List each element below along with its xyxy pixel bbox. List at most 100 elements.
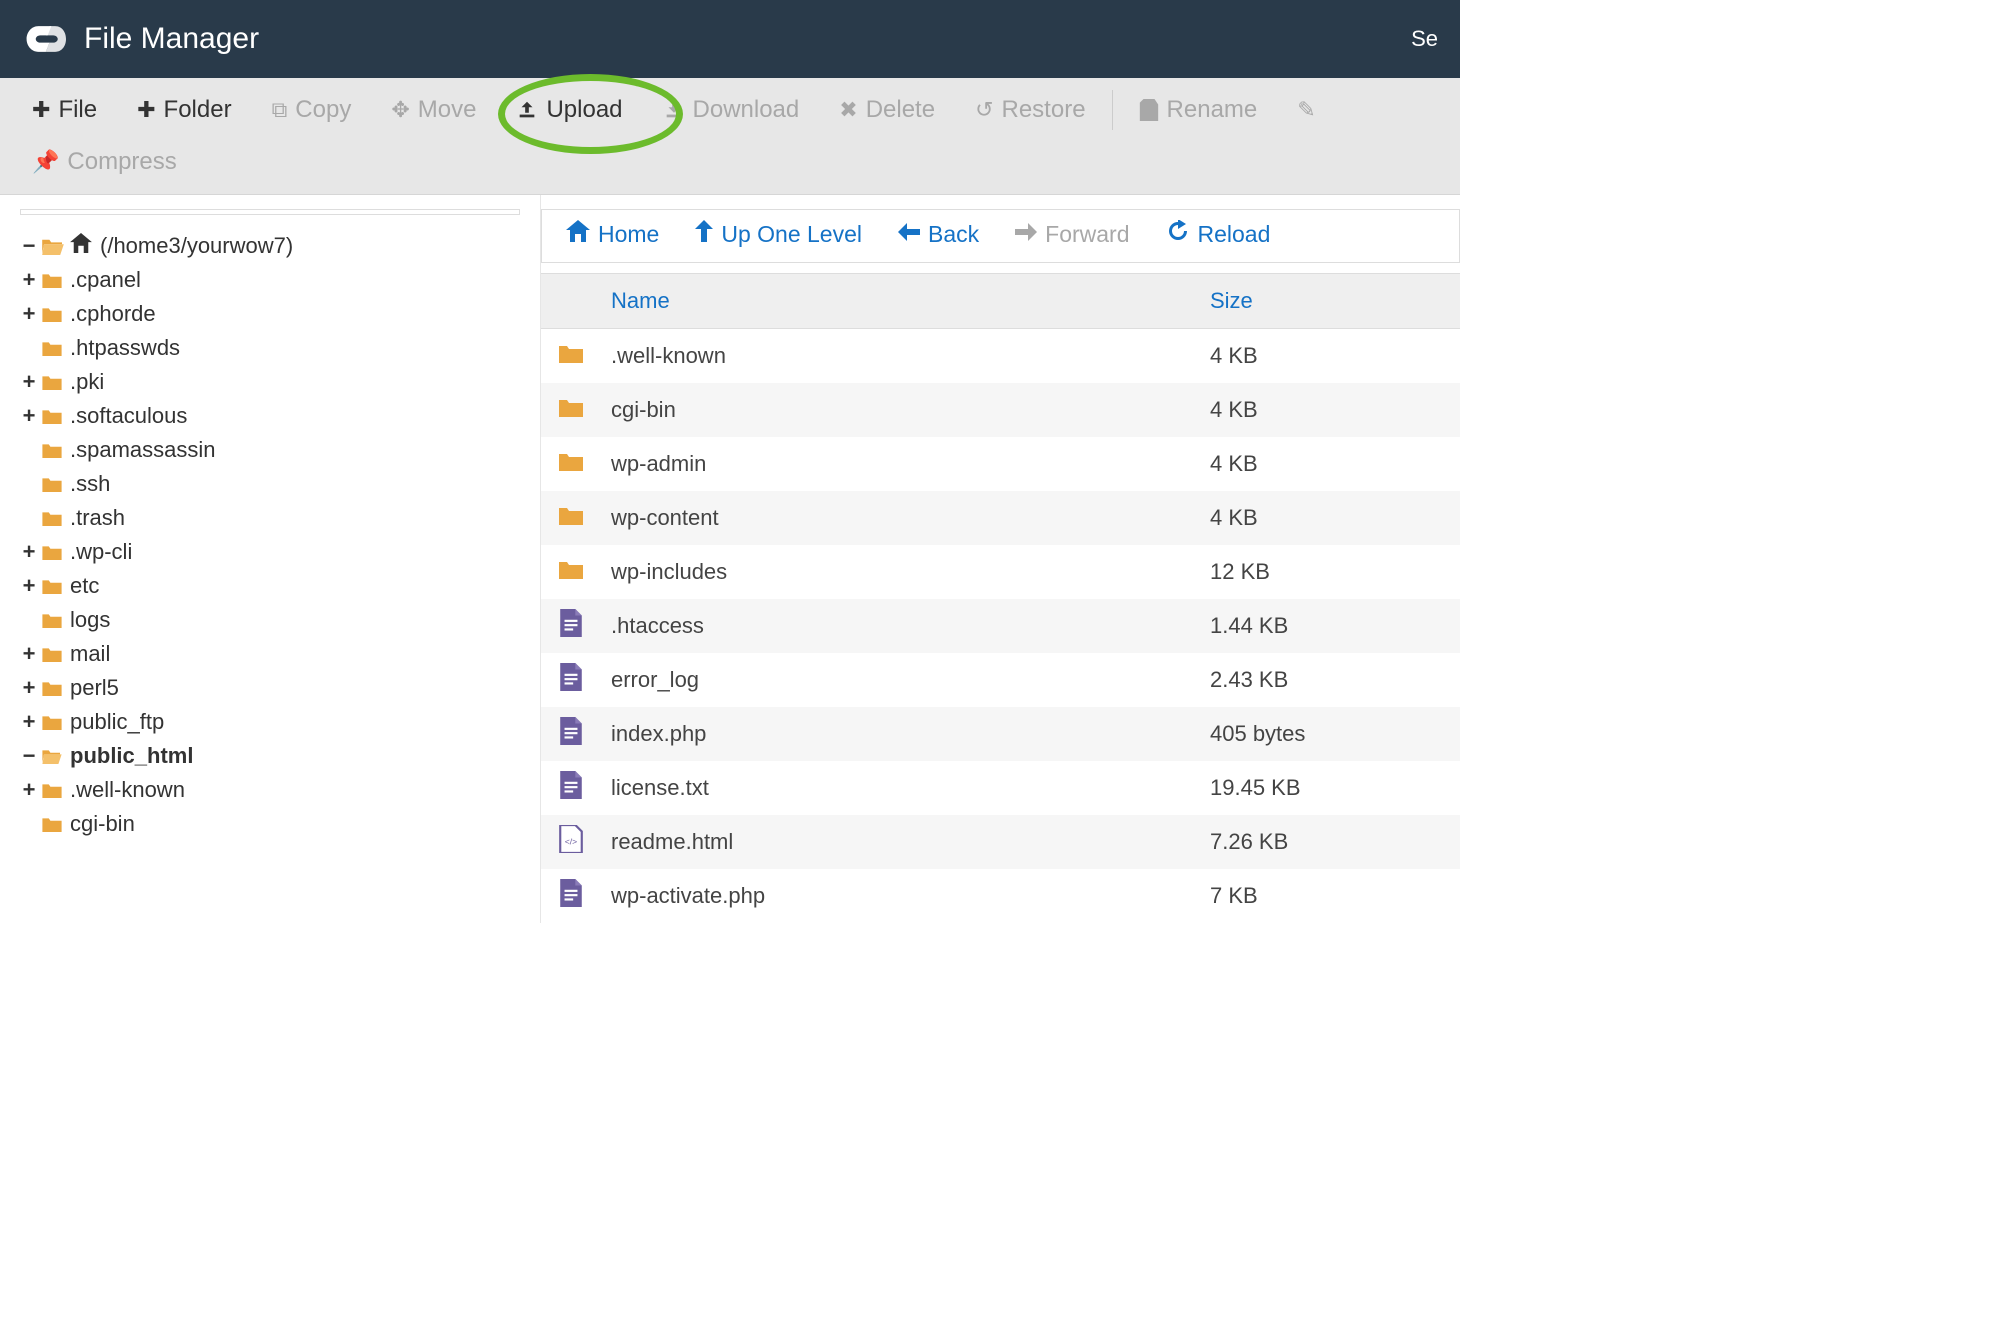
table-row[interactable]: .htaccess1.44 KB — [541, 599, 1460, 653]
file-icon: </> — [541, 815, 601, 869]
tree-item[interactable]: +.pki — [20, 369, 530, 395]
file-name: wp-admin — [601, 437, 1200, 491]
rename-button[interactable]: Rename — [1119, 84, 1278, 136]
expand-icon[interactable]: + — [20, 301, 38, 327]
folder-icon — [541, 545, 601, 599]
folder-button-label: Folder — [164, 96, 232, 124]
folder-icon — [42, 408, 62, 424]
tree-item[interactable]: +logs — [20, 607, 530, 633]
folder-open-icon — [42, 748, 62, 764]
tree-item-label: cgi-bin — [70, 811, 135, 837]
svg-text:</>: </> — [565, 836, 577, 846]
tree-item-label: .spamassassin — [70, 437, 216, 463]
file-name: readme.html — [601, 815, 1200, 869]
nav-back[interactable]: Back — [898, 221, 979, 248]
table-row[interactable]: wp-content4 KB — [541, 491, 1460, 545]
nav-forward[interactable]: Forward — [1015, 221, 1129, 248]
file-name: wp-content — [601, 491, 1200, 545]
expand-icon[interactable]: + — [20, 403, 38, 429]
file-name: wp-includes — [601, 545, 1200, 599]
pencil-icon: ✎ — [1297, 97, 1315, 123]
toolbar-separator — [1112, 90, 1113, 130]
tree-item-label: .htpasswds — [70, 335, 180, 361]
file-button[interactable]: ✚ File — [12, 84, 117, 136]
nav-reload-label: Reload — [1198, 221, 1271, 248]
plus-icon: ✚ — [137, 97, 155, 123]
compress-icon: 📌 — [32, 149, 59, 175]
tree-item[interactable]: +.spamassassin — [20, 437, 530, 463]
table-row[interactable]: wp-includes12 KB — [541, 545, 1460, 599]
compress-button[interactable]: 📌 Compress — [12, 136, 197, 188]
folder-icon — [42, 646, 62, 662]
table-row[interactable]: index.php405 bytes — [541, 707, 1460, 761]
nav-up[interactable]: Up One Level — [695, 220, 862, 248]
nav-up-label: Up One Level — [721, 221, 862, 248]
folder-icon — [42, 306, 62, 322]
collapse-icon[interactable]: − — [20, 233, 38, 259]
tree-item-label: .trash — [70, 505, 125, 531]
expand-icon[interactable]: + — [20, 675, 38, 701]
nav-home[interactable]: Home — [566, 220, 659, 248]
expand-icon[interactable]: + — [20, 539, 38, 565]
tree-item[interactable]: +.cphorde — [20, 301, 530, 327]
table-row[interactable]: </>readme.html7.26 KB — [541, 815, 1460, 869]
download-button[interactable]: Download — [643, 84, 820, 136]
expand-icon[interactable]: + — [20, 369, 38, 395]
tree-item[interactable]: +.wp-cli — [20, 539, 530, 565]
file-name: index.php — [601, 707, 1200, 761]
tree-item[interactable]: +.ssh — [20, 471, 530, 497]
table-row[interactable]: cgi-bin4 KB — [541, 383, 1460, 437]
upload-button[interactable]: Upload — [496, 84, 642, 136]
file-size: 7 KB — [1200, 869, 1460, 923]
tree-item[interactable]: +etc — [20, 573, 530, 599]
expand-icon[interactable]: + — [20, 777, 38, 803]
copy-button[interactable]: ⧉ Copy — [252, 84, 372, 136]
tree-item[interactable]: +.well-known — [20, 777, 530, 803]
table-row[interactable]: wp-activate.php7 KB — [541, 869, 1460, 923]
tree-item[interactable]: + public_ftp — [20, 709, 530, 735]
tree-item[interactable]: +.trash — [20, 505, 530, 531]
compress-button-label: Compress — [67, 148, 176, 176]
tree-item-label: public_html — [70, 743, 193, 769]
nav-reload[interactable]: Reload — [1166, 220, 1271, 248]
expand-icon[interactable]: + — [20, 573, 38, 599]
tree-item[interactable]: +.softaculous — [20, 403, 530, 429]
file-size: 4 KB — [1200, 383, 1460, 437]
file-name: error_log — [601, 653, 1200, 707]
table-row[interactable]: error_log2.43 KB — [541, 653, 1460, 707]
move-button-label: Move — [418, 96, 477, 124]
arrow-up-icon — [695, 220, 713, 248]
folder-button[interactable]: ✚ Folder — [117, 84, 251, 136]
move-icon: ✥ — [391, 97, 409, 123]
tree-item-label: public_ftp — [70, 709, 164, 735]
move-button[interactable]: ✥ Move — [371, 84, 496, 136]
collapse-icon[interactable]: − — [20, 743, 38, 769]
expand-icon[interactable]: + — [20, 641, 38, 667]
arrow-right-icon — [1015, 221, 1037, 247]
restore-button[interactable]: ↺ Restore — [955, 84, 1105, 136]
tree-item[interactable]: − public_html — [20, 743, 530, 769]
expand-icon[interactable]: + — [20, 709, 38, 735]
edit-button[interactable]: ✎ — [1277, 85, 1335, 135]
table-row[interactable]: wp-admin4 KB — [541, 437, 1460, 491]
tree-root[interactable]: − (/home3/yourwow7) — [20, 233, 530, 259]
folder-icon — [42, 340, 62, 356]
table-row[interactable]: .well-known4 KB — [541, 329, 1460, 384]
tree-item[interactable]: +perl5 — [20, 675, 530, 701]
tree-item[interactable]: +.cpanel — [20, 267, 530, 293]
file-size: 12 KB — [1200, 545, 1460, 599]
folder-icon — [541, 437, 601, 491]
column-size[interactable]: Size — [1200, 274, 1460, 329]
table-row[interactable]: license.txt19.45 KB — [541, 761, 1460, 815]
tree-item[interactable]: +cgi-bin — [20, 811, 530, 837]
plus-icon: ✚ — [32, 97, 50, 123]
tree-item-label: logs — [70, 607, 110, 633]
copy-button-label: Copy — [295, 96, 351, 124]
expand-icon[interactable]: + — [20, 267, 38, 293]
tree-item[interactable]: +.htpasswds — [20, 335, 530, 361]
folder-tree-sidebar: − (/home3/yourwow7) +.cpanel+.cphorde+.h… — [0, 195, 540, 923]
column-name[interactable]: Name — [601, 274, 1200, 329]
tree-item[interactable]: +mail — [20, 641, 530, 667]
arrow-left-icon — [898, 221, 920, 247]
delete-button[interactable]: ✖ Delete — [819, 84, 955, 136]
